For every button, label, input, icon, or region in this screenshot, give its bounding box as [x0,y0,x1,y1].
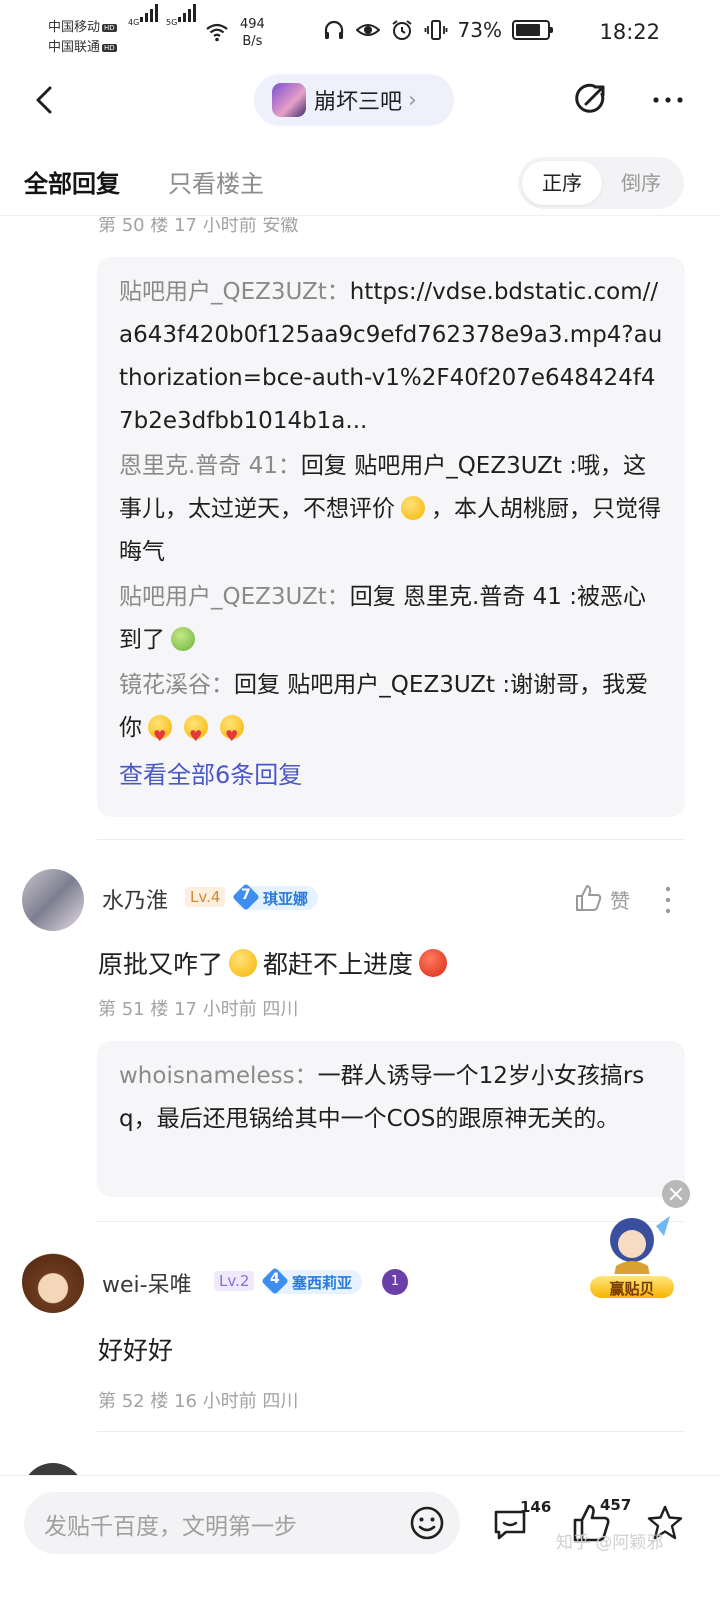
sub-reply-box[interactable]: whoisnameless：一群人诱导一个12岁小女孩搞rsq，最后还甩锅给其中… [97,1041,685,1197]
level-badge: Lv.4 [185,887,226,907]
alarm-icon [391,20,412,40]
top-nav: 崩坏三吧 › [0,68,720,132]
wifi-icon [206,23,228,42]
carrier-2: 中国联通 HD [48,40,117,55]
like-count: 457 [600,1496,632,1514]
bottom-bar: 发贴千百度，文明第一步 146 457 知乎 @阿颖邪 [0,1475,720,1600]
shy-emoji-icon [401,496,425,520]
sub-reply[interactable]: 贴吧用户_QEZ3UZt：回复 恩里克.普奇 41 :被恶心到了 [119,576,665,662]
battery-percent: 73% [457,18,502,42]
heart-eyes-emoji-icon [184,715,208,758]
sub-reply[interactable]: 贴吧用户_QEZ3UZt：https://vdse.bdstatic.com//… [119,271,665,443]
heart-eyes-emoji-icon [220,715,244,758]
sort-descending-button[interactable]: 倒序 [606,161,676,205]
tab-all-replies[interactable]: 全部回复 [24,164,120,199]
sort-ascending-button[interactable]: 正序 [522,161,602,205]
sub-reply[interactable]: whoisnameless：一群人诱导一个12岁小女孩搞rsq，最后还甩锅给其中… [119,1055,665,1141]
floating-promo[interactable]: 赢贴贝 [586,1206,678,1302]
back-arrow-icon[interactable] [28,82,64,118]
post-floor-51: 水乃淮 Lv.4 7 琪亚娜 赞 原批又咋了 都赶不上进度 第 51 楼 17 小时… [0,867,720,1197]
reply-input-placeholder: 发贴千百度，文明第一步 [44,1514,297,1540]
level-badge: Lv.2 [214,1271,255,1291]
avatar[interactable] [22,1463,84,1475]
watermark: 知乎 @阿颖邪 [556,1533,664,1553]
view-all-replies-link[interactable]: 查看全部6条回复 [119,754,665,796]
forum-avatar [272,83,306,117]
thumbs-up-icon[interactable] [574,884,602,912]
post-more-icon[interactable] [664,885,672,915]
eye-comfort-icon [355,24,380,36]
floor-meta: 第 50 楼 17 小时前 安徽 [98,217,299,236]
member-title-badge: 7 琪亚娜 [232,883,319,911]
divider [97,839,684,840]
username[interactable]: wei-呆唯 [102,1267,192,1299]
forum-name: 崩坏三吧 [314,90,403,115]
forum-entry-button[interactable]: 崩坏三吧 › [254,74,454,126]
divider [97,1431,684,1432]
angry-emoji-icon [419,949,448,977]
member-title-badge: 4 塞西莉亚 [261,1267,363,1295]
sort-toggle: 正序 倒序 [518,157,684,209]
medal-icon: 1 [382,1269,408,1295]
comment-count: 146 [520,1498,552,1516]
carrier-1: 中国移动 HD [48,20,117,35]
thinking-emoji-icon [229,949,258,977]
reply-filter-tabs: 全部回复 只看楼主 正序 倒序 [0,152,720,216]
promo-label: 赢贴贝 [588,1274,676,1300]
avatar[interactable] [22,869,84,931]
share-icon[interactable] [572,80,610,118]
vibrate-icon [424,20,447,40]
username[interactable]: 水乃淮 [102,883,168,915]
floor-meta: 第 51 楼 17 小时前 四川 [98,999,299,1020]
sub-reply[interactable]: 镜花溪谷：回复 贴吧用户_QEZ3UZt :谢谢哥，我爱你 [119,664,665,758]
heart-eyes-emoji-icon [148,715,172,758]
chevron-right-icon: › [408,87,417,113]
clock: 18:22 [599,20,660,44]
close-promo-icon[interactable] [662,1180,690,1208]
post-content[interactable]: 原批又咋了 都赶不上进度 [98,945,453,981]
sick-emoji-icon [171,627,195,651]
sub-reply-box[interactable]: 贴吧用户_QEZ3UZt：https://vdse.bdstatic.com//… [97,257,685,817]
post-content[interactable]: 好好好 [98,1331,173,1367]
sub-reply[interactable]: 恩里克.普奇 41：回复 贴吧用户_QEZ3UZt :哦，这事儿，太过逆天，不想… [119,445,665,574]
emoji-icon[interactable] [408,1504,446,1542]
network-speed: 494 B/s [240,17,265,49]
reply-input[interactable]: 发贴千百度，文明第一步 [24,1492,460,1554]
headphones-icon [324,20,343,39]
tab-op-only[interactable]: 只看楼主 [168,164,264,199]
battery-icon [512,20,553,40]
like-label[interactable]: 赞 [610,885,630,914]
avatar[interactable] [22,1251,84,1313]
floor-meta: 第 52 楼 16 小时前 四川 [98,1391,299,1412]
status-bar: 中国移动 HD 中国联通 HD 4G 5G 494 B/s 73% 18:22 [0,0,720,68]
more-options-icon[interactable] [650,82,686,118]
